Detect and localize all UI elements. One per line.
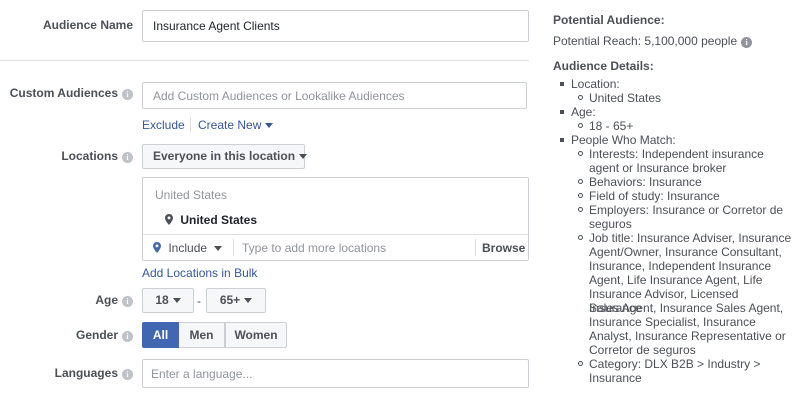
languages-placeholder: Enter a language... xyxy=(151,366,253,381)
age-label: Age i xyxy=(0,293,133,307)
custom-audiences-input[interactable]: Add Custom Audiences or Lookalike Audien… xyxy=(142,82,527,109)
bullet-circle xyxy=(578,179,583,184)
caret-down-icon xyxy=(244,298,253,303)
location-pin-icon xyxy=(165,214,173,225)
custom-audiences-label: Custom Audiences i xyxy=(0,86,133,100)
info-icon[interactable]: i xyxy=(741,37,753,48)
bullet-circle xyxy=(578,123,583,128)
summary-match-line: Insurance Specialist, Insurance xyxy=(589,315,756,329)
summary-match-line: Behaviors: Insurance xyxy=(589,175,702,189)
create-new-dropdown[interactable]: Create New xyxy=(198,118,274,132)
audience-name-input[interactable]: Insurance Agent Clients xyxy=(142,10,529,42)
location-group-header: United States xyxy=(155,188,228,202)
locations-label: Locations i xyxy=(0,149,133,163)
info-icon[interactable]: i xyxy=(122,152,133,163)
bullet-circle xyxy=(578,207,583,212)
info-icon[interactable]: i xyxy=(122,89,133,100)
info-icon[interactable]: i xyxy=(122,296,133,307)
summary-match-line: Insurance, Independent Insurance xyxy=(589,259,772,273)
link-divider xyxy=(190,117,191,132)
summary-match-line: Category: DLX B2B > Industry > xyxy=(589,357,761,371)
age-max-value: 65+ xyxy=(219,293,241,307)
create-new-label: Create New xyxy=(198,118,262,132)
gender-all-button[interactable]: All xyxy=(142,322,179,348)
age-label-text: Age xyxy=(95,293,118,307)
summary-match-line: seguros xyxy=(589,217,632,231)
summary-age-value: 18 - 65+ xyxy=(589,119,634,133)
bullet-square xyxy=(560,110,564,114)
summary-match-line: Corretor de seguros xyxy=(589,343,696,357)
summary-match-line: Insurance xyxy=(589,371,642,385)
summary-match-line: agent or Insurance broker xyxy=(589,161,727,175)
bullet-circle xyxy=(578,95,583,100)
browse-button[interactable]: Browse xyxy=(482,241,525,255)
locations-box-divider xyxy=(143,234,528,235)
include-dropdown[interactable]: Include xyxy=(153,241,223,255)
selected-location-name: United States xyxy=(180,213,258,227)
caret-down-icon xyxy=(172,298,181,303)
selected-location[interactable]: United States xyxy=(165,213,257,227)
languages-input[interactable]: Enter a language... xyxy=(142,359,529,388)
summary-match-line: Analyst, Insurance Representative or xyxy=(589,329,786,343)
include-divider xyxy=(233,239,234,256)
languages-label-text: Languages xyxy=(54,366,118,380)
location-scope-value: Everyone in this location xyxy=(153,149,296,163)
bullet-square xyxy=(560,138,564,142)
exclude-link[interactable]: Exclude xyxy=(142,118,185,132)
summary-location-value: United States xyxy=(589,91,662,105)
summary-match-line: Agent/Owner, Insurance Consultant, xyxy=(589,245,782,259)
potential-audience-heading: Potential Audience: xyxy=(553,13,665,27)
summary-match-line: Sales Agent, Insurance Sales Agent, xyxy=(589,301,784,315)
info-icon[interactable]: i xyxy=(122,331,133,342)
summary-match-line: Field of study: Insurance xyxy=(589,189,720,203)
age-min-dropdown[interactable]: 18 xyxy=(142,288,194,313)
custom-audiences-placeholder: Add Custom Audiences or Lookalike Audien… xyxy=(153,88,405,103)
age-max-dropdown[interactable]: 65+ xyxy=(206,288,266,313)
potential-reach: Potential Reach: 5,100,000 people i xyxy=(553,34,753,48)
audience-details-heading: Audience Details: xyxy=(553,59,654,73)
bullet-circle xyxy=(578,151,583,156)
section-divider xyxy=(0,60,529,61)
summary-match-line: Agent, Life Insurance Agent, Life xyxy=(589,273,763,287)
location-search-input[interactable]: Type to add more locations xyxy=(242,241,386,255)
locations-label-text: Locations xyxy=(61,149,118,163)
include-label: Include xyxy=(168,241,208,255)
locations-box: United States United States Include Type… xyxy=(142,177,529,261)
gender-label: Gender i xyxy=(0,328,133,342)
languages-label: Languages i xyxy=(0,366,133,380)
summary-age-label: Age: xyxy=(571,105,596,119)
bullet-circle xyxy=(578,235,583,240)
caret-down-icon xyxy=(265,123,274,128)
location-scope-dropdown[interactable]: Everyone in this location xyxy=(142,144,308,169)
gender-label-text: Gender xyxy=(75,328,118,342)
bullet-circle xyxy=(578,193,583,198)
potential-reach-text: Potential Reach: 5,100,000 people xyxy=(553,34,738,48)
summary-match-line: Employers: Insurance or Corretor de xyxy=(589,203,784,217)
caret-down-icon xyxy=(299,154,308,159)
browse-divider xyxy=(475,239,476,256)
bullet-circle xyxy=(578,361,583,366)
gender-women-button[interactable]: Women xyxy=(225,322,287,348)
location-pin-icon xyxy=(153,242,161,253)
bullet-square xyxy=(560,82,564,86)
summary-location-label: Location: xyxy=(571,77,620,91)
summary-people-label: People Who Match: xyxy=(571,133,676,147)
custom-audiences-label-text: Custom Audiences xyxy=(9,86,118,100)
age-separator: - xyxy=(197,294,201,308)
info-icon[interactable]: i xyxy=(122,369,133,380)
age-min-value: 18 xyxy=(155,293,169,307)
caret-down-icon xyxy=(214,246,223,251)
audience-name-label: Audience Name xyxy=(42,18,133,32)
summary-match-line: Interests: Independent insurance xyxy=(589,147,764,161)
summary-match-line: Job title: Insurance Adviser, Insurance xyxy=(589,231,792,245)
add-locations-bulk-link[interactable]: Add Locations in Bulk xyxy=(142,266,257,280)
audience-name-value: Insurance Agent Clients xyxy=(153,19,280,33)
gender-men-button[interactable]: Men xyxy=(179,322,225,348)
